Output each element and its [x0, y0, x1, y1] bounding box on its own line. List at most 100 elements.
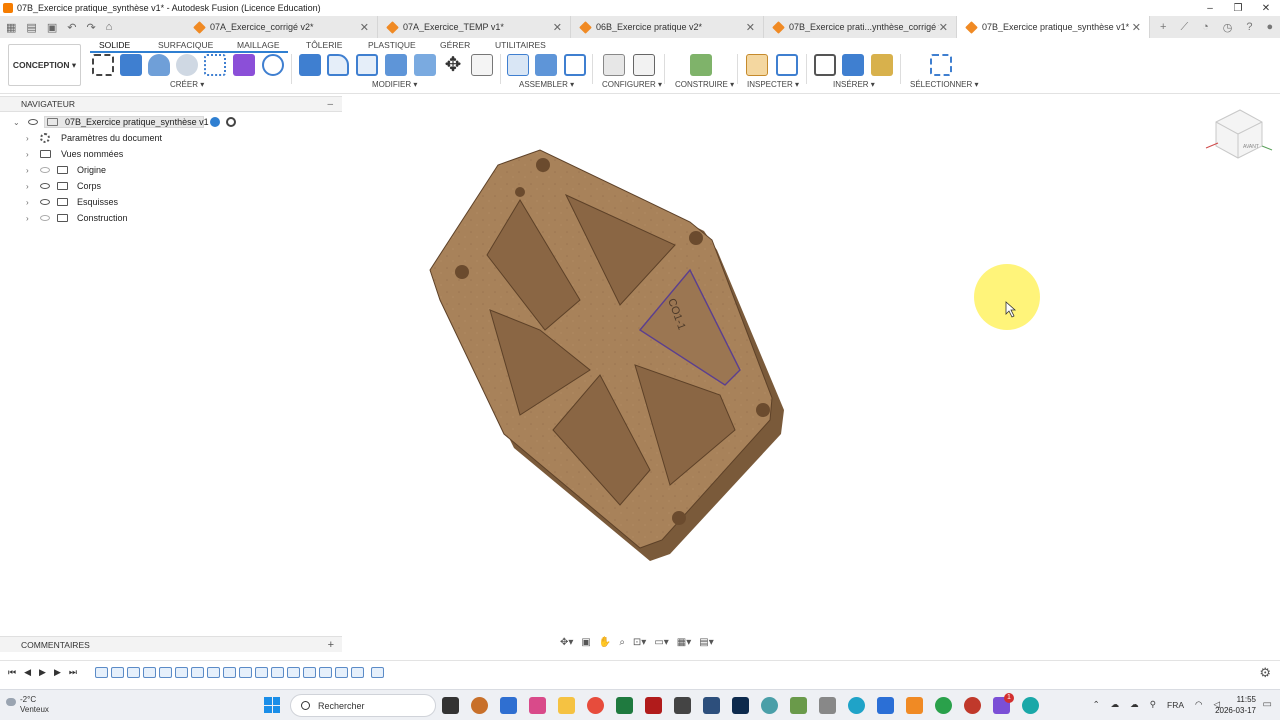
pattern-icon[interactable] — [204, 54, 226, 76]
edge-icon[interactable] — [848, 697, 865, 714]
extrude-icon[interactable] — [120, 54, 142, 76]
photoshop-icon[interactable] — [732, 697, 749, 714]
timeline-feature[interactable] — [270, 667, 284, 678]
configuration-table-icon[interactable] — [633, 54, 655, 76]
acrobat-icon[interactable] — [645, 697, 662, 714]
word-icon[interactable] — [877, 697, 894, 714]
extensions-icon[interactable]: ⟋ — [1180, 21, 1188, 34]
taskbar-search[interactable]: Rechercher — [290, 694, 436, 717]
new-tab-icon[interactable]: + — [1160, 21, 1166, 34]
group-configurer[interactable]: CONFIGURER ▾ — [602, 80, 662, 89]
timeline-feature[interactable] — [254, 667, 268, 678]
go-to-end-icon[interactable]: ⏭ — [69, 667, 77, 678]
app-icon[interactable] — [790, 697, 807, 714]
parameters-icon[interactable] — [471, 54, 493, 76]
tab-utilitaires[interactable]: UTILITAIRES — [495, 40, 546, 50]
canvas-graphics[interactable]: CO1-1 AVANT — [343, 96, 1280, 636]
hole-icon[interactable] — [176, 54, 198, 76]
mounting-hole[interactable] — [689, 231, 703, 245]
move-icon[interactable]: ✥ — [442, 54, 464, 76]
cloud-icon[interactable]: ☁ — [1111, 699, 1120, 710]
collapse-panel-icon[interactable]: – — [327, 99, 333, 110]
timeline-feature[interactable] — [94, 667, 108, 678]
close-tab-icon[interactable]: ✕ — [553, 21, 562, 34]
step-back-icon[interactable]: ◀ — [24, 667, 31, 678]
fusion-taskbar-icon[interactable] — [906, 697, 923, 714]
tab-07b-corrige[interactable]: 07B_Exercice prati...ynthèse_corrigé v1 … — [764, 16, 957, 38]
timeline-settings-gear-icon[interactable]: ⚙ — [1259, 665, 1271, 681]
grid-menu-icon[interactable]: ▦ — [6, 21, 16, 34]
tree-item-esquisses[interactable]: › Esquisses — [0, 194, 342, 210]
timeline-feature[interactable] — [222, 667, 236, 678]
timeline-feature[interactable] — [174, 667, 188, 678]
group-construire[interactable]: CONSTRUIRE ▾ — [675, 80, 734, 89]
chevron-down-icon[interactable]: ⌄ — [13, 118, 20, 127]
tab-07b-synthese[interactable]: 07B_Exercice pratique_synthèse v1* ✕ — [957, 16, 1150, 38]
step-forward-icon[interactable]: ▶ — [54, 667, 61, 678]
timeline-feature[interactable] — [126, 667, 140, 678]
group-inspecter[interactable]: INSPECTER ▾ — [747, 80, 799, 89]
chevron-right-icon[interactable]: › — [26, 134, 29, 143]
chrome-icon[interactable] — [587, 697, 604, 714]
calculator-icon[interactable] — [500, 697, 517, 714]
insert-mesh-icon[interactable] — [871, 54, 893, 76]
tree-item-vues[interactable]: › Vues nommées — [0, 146, 342, 162]
tab-gerer[interactable]: GÉRER — [440, 40, 470, 50]
mounting-hole[interactable] — [455, 265, 469, 279]
fit-icon[interactable]: ⊡▾ — [633, 637, 646, 648]
group-creer[interactable]: CRÉER ▾ — [170, 80, 204, 89]
select-icon[interactable] — [930, 54, 952, 76]
zoom-icon[interactable]: ⌕ — [619, 637, 625, 648]
microphone-icon[interactable]: ⚲ — [1150, 699, 1156, 710]
timeline-feature[interactable] — [302, 667, 316, 678]
viewports-icon[interactable]: ▤▾ — [699, 637, 713, 648]
mirror-icon[interactable] — [262, 54, 284, 76]
create-sketch-icon[interactable] — [92, 54, 114, 76]
timeline-feature[interactable] — [158, 667, 172, 678]
form-icon[interactable] — [233, 54, 255, 76]
grid-settings-icon[interactable]: ▦▾ — [677, 637, 691, 648]
close-tab-icon[interactable]: ✕ — [746, 21, 755, 34]
fillet-icon[interactable] — [327, 54, 349, 76]
tab-07a-temp[interactable]: 07A_Exercice_TEMP v1* ✕ — [378, 16, 571, 38]
new-component-icon[interactable] — [507, 54, 529, 76]
onedrive-icon[interactable]: ☁ — [1130, 699, 1139, 710]
chevron-right-icon[interactable]: › — [26, 150, 29, 159]
group-modifier[interactable]: MODIFIER ▾ — [372, 80, 417, 89]
visibility-eye-icon[interactable] — [40, 215, 50, 221]
tab-plastique[interactable]: PLASTIQUE — [368, 40, 416, 50]
group-assembler[interactable]: ASSEMBLER ▾ — [519, 80, 574, 89]
timeline-feature[interactable] — [206, 667, 220, 678]
orbit-icon[interactable]: ✥▾ — [560, 637, 573, 648]
mounting-hole[interactable] — [672, 511, 686, 525]
notifications-icon[interactable]: ◷ — [1223, 21, 1233, 34]
measure-icon[interactable] — [746, 54, 768, 76]
shell-icon[interactable] — [356, 54, 378, 76]
help-icon[interactable]: ? — [1246, 21, 1252, 34]
home-icon[interactable]: ⌂ — [106, 21, 113, 33]
pan-icon[interactable]: ✋ — [599, 637, 611, 648]
insert-canvas-icon[interactable] — [842, 54, 864, 76]
chevron-right-icon[interactable]: › — [26, 198, 29, 207]
interference-icon[interactable] — [776, 54, 798, 76]
app-icon[interactable] — [1022, 697, 1039, 714]
joint-icon[interactable] — [535, 54, 557, 76]
revolve-icon[interactable] — [148, 54, 170, 76]
timeline-feature[interactable] — [318, 667, 332, 678]
close-button[interactable]: ✕ — [1252, 0, 1280, 16]
group-selectionner[interactable]: SÉLECTIONNER ▾ — [910, 80, 978, 89]
chevron-up-icon[interactable]: ⌃ — [1093, 699, 1100, 710]
tree-root[interactable]: ⌄ 07B_Exercice pratique_synthèse v1 — [0, 114, 342, 130]
viewcube[interactable]: AVANT — [1205, 109, 1273, 159]
redo-icon[interactable]: ↷ — [86, 21, 95, 34]
close-tab-icon[interactable]: ✕ — [1132, 21, 1141, 34]
activate-icon[interactable] — [226, 117, 236, 127]
app-icon[interactable] — [964, 697, 981, 714]
tree-item-parametres[interactable]: › Paramètres du document — [0, 130, 342, 146]
timeline-feature[interactable] — [286, 667, 300, 678]
tree-item-construction[interactable]: › Construction — [0, 210, 342, 226]
split-body-icon[interactable] — [414, 54, 436, 76]
mounting-hole[interactable] — [536, 158, 550, 172]
chevron-right-icon[interactable]: › — [26, 182, 29, 191]
combine-icon[interactable] — [385, 54, 407, 76]
